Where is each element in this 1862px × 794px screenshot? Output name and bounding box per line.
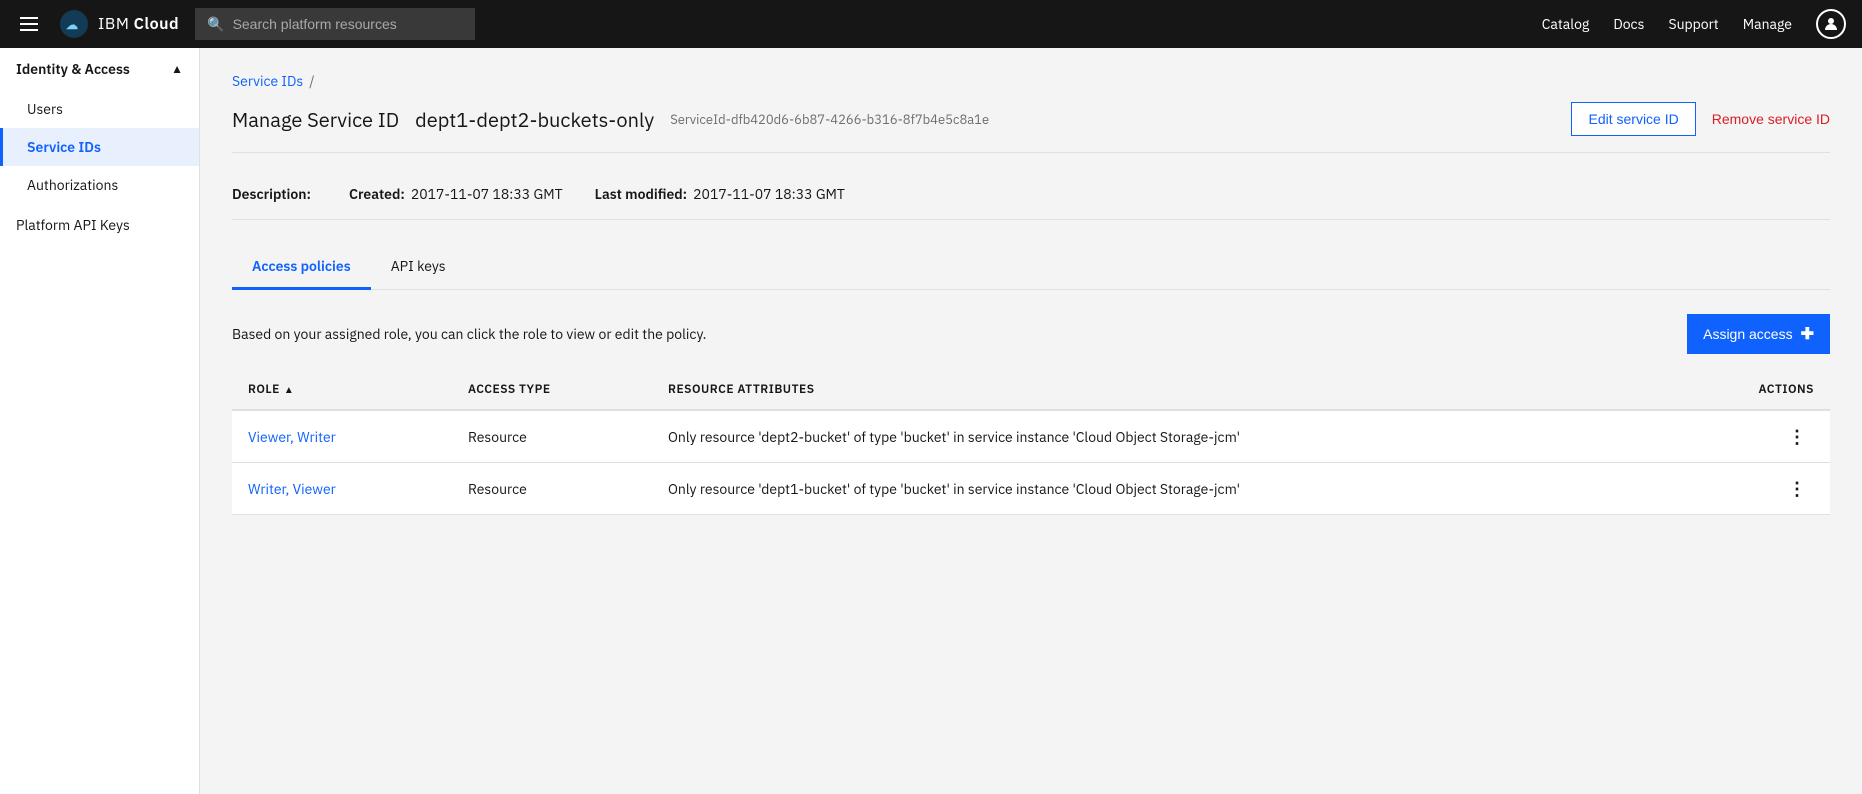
- page-header: Manage Service ID dept1-dept2-buckets-on…: [232, 102, 1830, 153]
- service-id-text: ServiceId-dfb420d6-6b87-4266-b316-8f7b4e…: [670, 111, 989, 128]
- th-role[interactable]: ROLE ▲: [232, 370, 452, 410]
- table-description: Based on your assigned role, you can cli…: [232, 325, 707, 343]
- sort-icon: ▲: [284, 383, 294, 396]
- sidebar-item-platform-api-keys[interactable]: Platform API Keys: [0, 204, 199, 246]
- tabs: Access policies API keys: [232, 244, 1830, 290]
- overflow-menu-2[interactable]: ⋮: [1780, 473, 1814, 504]
- resource-attr-cell-1: Only resource 'dept2-bucket' of type 'bu…: [652, 410, 1743, 463]
- access-type-cell-2: Resource: [452, 463, 652, 515]
- role-cell-1: Viewer, Writer: [232, 410, 452, 463]
- edit-service-id-button[interactable]: Edit service ID: [1571, 102, 1695, 136]
- assign-access-label: Assign access: [1703, 326, 1792, 342]
- sidebar-section-title: Identity & Access: [16, 60, 130, 78]
- description-label: Description:: [232, 185, 311, 203]
- access-policies-table: ROLE ▲ ACCESS TYPE RESOURCE ATTRIBUTES A…: [232, 370, 1830, 515]
- support-link[interactable]: Support: [1668, 15, 1718, 33]
- sidebar: Identity & Access ▲ Users Service IDs Au…: [0, 48, 200, 794]
- svg-text:☁: ☁: [66, 18, 78, 33]
- breadcrumb-service-ids[interactable]: Service IDs: [232, 72, 303, 90]
- catalog-link[interactable]: Catalog: [1542, 15, 1590, 33]
- th-resource-attributes: RESOURCE ATTRIBUTES: [652, 370, 1743, 410]
- service-name: dept1-dept2-buckets-only: [415, 106, 654, 133]
- manage-link[interactable]: Manage: [1743, 15, 1792, 33]
- role-cell-2: Writer, Viewer: [232, 463, 452, 515]
- top-nav-right: Catalog Docs Support Manage: [1542, 9, 1846, 39]
- resource-attr-cell-2: Only resource 'dept1-bucket' of type 'bu…: [652, 463, 1743, 515]
- hamburger-menu[interactable]: [16, 13, 42, 35]
- table-header-row: Based on your assigned role, you can cli…: [232, 314, 1830, 354]
- table-row: Viewer, Writer Resource Only resource 'd…: [232, 410, 1830, 463]
- sidebar-section-header-identity[interactable]: Identity & Access ▲: [0, 48, 199, 90]
- page-title-group: Manage Service ID dept1-dept2-buckets-on…: [232, 106, 989, 133]
- created-label: Created:: [349, 185, 405, 203]
- assign-access-button[interactable]: Assign access ✚: [1687, 314, 1830, 354]
- actions-cell-1: ⋮: [1743, 410, 1830, 463]
- meta-created: Created: 2017-11-07 18:33 GMT: [349, 185, 563, 203]
- breadcrumb: Service IDs /: [232, 72, 1830, 90]
- plus-icon: ✚: [1801, 324, 1814, 344]
- access-type-cell-1: Resource: [452, 410, 652, 463]
- chevron-up-icon: ▲: [171, 62, 183, 77]
- table-header-row-el: ROLE ▲ ACCESS TYPE RESOURCE ATTRIBUTES A…: [232, 370, 1830, 410]
- remove-service-id-button[interactable]: Remove service ID: [1712, 103, 1830, 135]
- breadcrumb-separator: /: [309, 72, 314, 90]
- docs-link[interactable]: Docs: [1613, 15, 1644, 33]
- search-bar[interactable]: 🔍: [195, 8, 475, 40]
- created-value: 2017-11-07 18:33 GMT: [411, 185, 563, 203]
- user-avatar[interactable]: [1816, 9, 1846, 39]
- meta-modified: Last modified: 2017-11-07 18:33 GMT: [595, 185, 845, 203]
- table-row: Writer, Viewer Resource Only resource 'd…: [232, 463, 1830, 515]
- header-actions: Edit service ID Remove service ID: [1571, 102, 1830, 136]
- meta-description: Description:: [232, 185, 317, 203]
- ibm-logo: ☁ IBM Cloud: [58, 8, 179, 40]
- page-title: Manage Service ID: [232, 106, 399, 133]
- ibm-logo-icon: ☁: [58, 8, 90, 40]
- table-body: Viewer, Writer Resource Only resource 'd…: [232, 410, 1830, 515]
- th-actions: ACTIONS: [1743, 370, 1830, 410]
- logo-text: IBM Cloud: [98, 14, 179, 34]
- role-link-2[interactable]: Writer, Viewer: [248, 480, 336, 498]
- tab-access-policies[interactable]: Access policies: [232, 245, 371, 290]
- search-input[interactable]: [233, 16, 464, 32]
- search-icon: 🔍: [207, 15, 224, 33]
- sidebar-item-users[interactable]: Users: [0, 90, 199, 128]
- table-head: ROLE ▲ ACCESS TYPE RESOURCE ATTRIBUTES A…: [232, 370, 1830, 410]
- overflow-menu-1[interactable]: ⋮: [1780, 421, 1814, 452]
- th-access-type: ACCESS TYPE: [452, 370, 652, 410]
- modified-value: 2017-11-07 18:33 GMT: [693, 185, 845, 203]
- actions-cell-2: ⋮: [1743, 463, 1830, 515]
- main-content: Service IDs / Manage Service ID dept1-de…: [200, 48, 1862, 794]
- sidebar-item-service-ids[interactable]: Service IDs: [0, 128, 199, 166]
- tab-api-keys[interactable]: API keys: [371, 245, 466, 290]
- meta-info: Description: Created: 2017-11-07 18:33 G…: [232, 169, 1830, 220]
- sidebar-section-identity: Identity & Access ▲ Users Service IDs Au…: [0, 48, 199, 204]
- modified-label: Last modified:: [595, 185, 688, 203]
- sidebar-item-authorizations[interactable]: Authorizations: [0, 166, 199, 204]
- top-navigation: ☁ IBM Cloud 🔍 Catalog Docs Support Manag…: [0, 0, 1862, 48]
- role-link-1[interactable]: Viewer, Writer: [248, 428, 336, 446]
